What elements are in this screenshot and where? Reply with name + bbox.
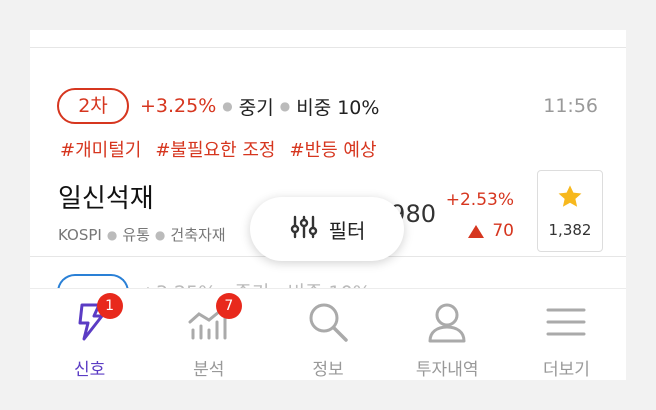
lightning-icon: 1 [65, 293, 123, 345]
round-badge: 2차 [57, 88, 129, 124]
tag-list: #개미털기 #불필요한 조정 #반등 예상 [60, 136, 377, 162]
signal-meta: +3.25% ● 중기 ● 비중 10% [140, 92, 379, 120]
price-change-amount-row: 70 [468, 221, 514, 241]
tag: #불필요한 조정 [155, 140, 276, 161]
separator-dot: ● [106, 227, 118, 242]
sliders-icon [289, 214, 319, 245]
notification-badge: 7 [215, 293, 242, 319]
menu-icon [541, 299, 591, 345]
chart-icon: 7 [184, 293, 242, 345]
sector-label: 유통 [122, 226, 150, 244]
tag: #반등 예상 [289, 140, 377, 161]
separator-dot: ● [222, 99, 233, 113]
up-triangle-icon [468, 224, 485, 238]
separator-dot: ● [154, 227, 166, 242]
favorite-count: 1,382 [548, 221, 592, 239]
signal-period: 중기 [238, 96, 274, 119]
sub-sector-label: 건축자재 [170, 226, 226, 244]
signal-weight: 비중 10% [296, 96, 380, 119]
tag: #개미털기 [60, 140, 142, 161]
favorite-button[interactable]: 1,382 [537, 170, 603, 252]
signal-change-pct: +3.25% [140, 95, 217, 117]
tab-label: 분석 [193, 360, 225, 380]
star-icon [556, 183, 584, 215]
stock-name: 일신석재 [58, 184, 154, 214]
separator-dot: ● [279, 99, 291, 113]
filter-button[interactable]: 필터 [250, 197, 404, 261]
price-change-pct: +2.53% [445, 190, 514, 210]
tab-analysis[interactable]: 7 분석 [149, 289, 268, 380]
tab-signal[interactable]: 1 신호 [30, 289, 149, 380]
notification-badge: 1 [96, 293, 123, 319]
tab-label: 정보 [312, 360, 344, 380]
stock-category: KOSPI ● 유통 ● 건축자재 [58, 224, 226, 245]
app-frame: 2차 +3.25% ● 중기 ● 비중 10% 11:56 #개미털기 #불필요… [30, 30, 626, 380]
tab-more[interactable]: 더보기 [507, 289, 626, 380]
tab-investments[interactable]: 투자내역 [388, 289, 507, 380]
person-icon [422, 299, 472, 345]
price-change-amount: 70 [492, 221, 514, 241]
tab-info[interactable]: 정보 [268, 289, 387, 380]
search-icon [303, 299, 353, 345]
tab-label: 더보기 [542, 360, 590, 380]
filter-label: 필터 [328, 218, 366, 243]
bottom-tabbar: 1 신호 7 분석 정보 투자내역 더보기 [30, 288, 626, 380]
market-label: KOSPI [58, 225, 102, 244]
tab-label: 신호 [73, 360, 106, 380]
tab-label: 투자내역 [415, 360, 479, 380]
signal-time: 11:56 [543, 95, 598, 117]
